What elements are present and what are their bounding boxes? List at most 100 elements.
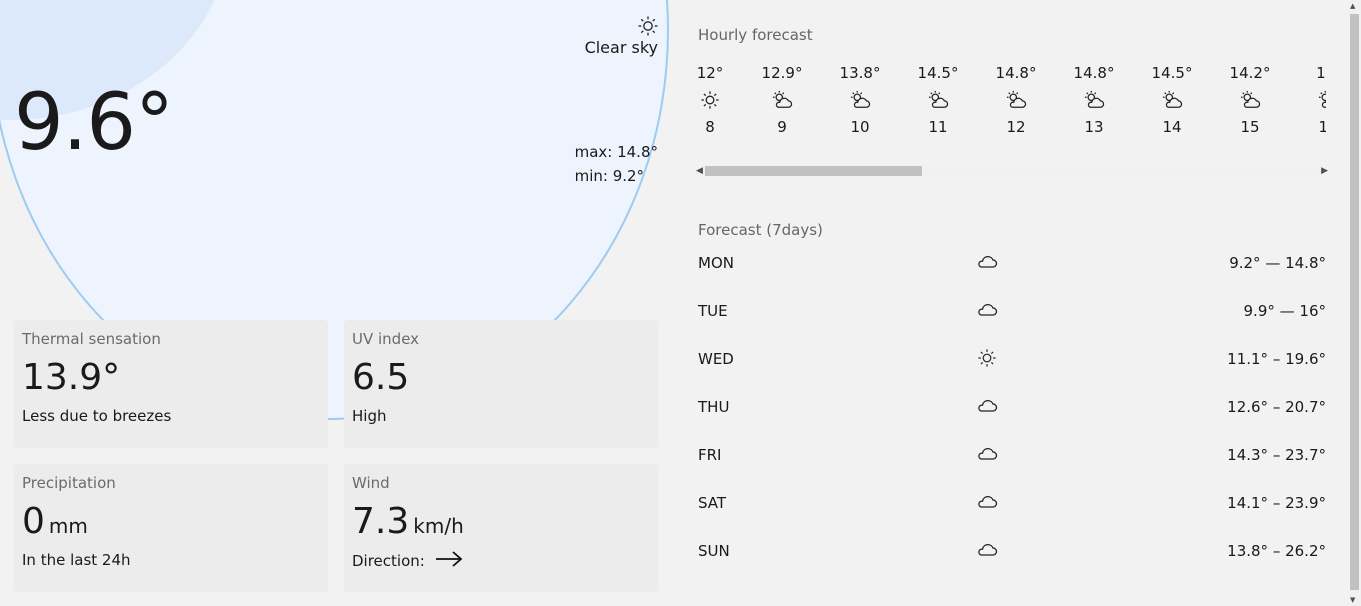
precipitation-note: In the last 24h	[22, 551, 131, 570]
cloud-icon	[976, 396, 998, 418]
daily-range: 14.3° – 23.7°	[1227, 446, 1326, 464]
current-temperature: 9.6°	[14, 78, 174, 168]
partly-cloudy-icon	[1220, 86, 1280, 114]
uv-index-level: High	[352, 407, 387, 426]
hourly-temp: 14.8°	[1073, 64, 1115, 82]
precipitation-value-row: 0 mm	[22, 500, 320, 543]
daily-day: MON	[698, 254, 734, 272]
arrow-right-icon	[435, 551, 463, 571]
daily-day: SAT	[698, 494, 727, 512]
hourly-item: 14.5° 14	[1142, 64, 1202, 136]
scroll-right-icon[interactable]: ▶	[1321, 166, 1328, 176]
cloud-icon	[976, 252, 998, 274]
hourly-temp: 14.2°	[1229, 64, 1271, 82]
hourly-temp: 12.9°	[761, 64, 803, 82]
partly-cloudy-icon	[830, 86, 890, 114]
card-title: Wind	[352, 474, 390, 492]
sun-icon	[698, 86, 740, 114]
hourly-temp: 14.8°	[995, 64, 1037, 82]
hourly-temp: 12°	[698, 64, 724, 82]
partly-cloudy-icon	[1142, 86, 1202, 114]
hourly-hour: 14	[1162, 118, 1182, 136]
hourly-hour: 9	[777, 118, 787, 136]
wind-speed-unit: km/h	[413, 514, 464, 538]
precipitation-value: 0	[22, 501, 45, 542]
hourly-item: 14.8° 12	[986, 64, 1046, 136]
scroll-left-icon[interactable]: ◀	[696, 166, 703, 176]
scroll-down-icon[interactable]: ▼	[1350, 596, 1355, 604]
hourly-forecast-strip[interactable]: 12° 8 12.9° 9 13.8° 10 14.5° 11 14.8° 12…	[698, 64, 1326, 150]
min-temperature: min: 9.2°	[574, 167, 645, 185]
sun-icon	[976, 348, 998, 372]
daily-forecast-row: THU 12.6° – 20.7°	[698, 394, 1326, 424]
thermal-sensation-note: Less due to breezes	[22, 407, 172, 426]
hourly-hour: 16	[1318, 118, 1326, 136]
wind-direction-row: Direction:	[352, 551, 650, 571]
daily-day: FRI	[698, 446, 722, 464]
partly-cloudy-icon	[908, 86, 968, 114]
daily-day: TUE	[698, 302, 728, 320]
wind-direction-label: Direction:	[352, 552, 425, 571]
hourly-hour: 13	[1084, 118, 1104, 136]
hourly-item: 14.2° 15	[1220, 64, 1280, 136]
max-min-temperatures: max: 14.8° min: 9.2°	[575, 140, 658, 188]
uv-index-card: UV index 6.5 High	[344, 320, 658, 448]
hourly-item: 13. 16	[1298, 64, 1326, 136]
hourly-temp: 14.5°	[917, 64, 959, 82]
partly-cloudy-icon	[1298, 86, 1326, 114]
hourly-hour: 10	[850, 118, 870, 136]
precipitation-unit: mm	[48, 514, 88, 538]
cloud-icon	[976, 300, 998, 322]
wind-speed-value: 7.3	[352, 501, 410, 542]
scroll-up-icon[interactable]: ▲	[1350, 2, 1355, 10]
daily-forecast-row: MON 9.2° — 14.8°	[698, 250, 1326, 280]
card-title: Precipitation	[22, 474, 116, 492]
hourly-scrollbar[interactable]: ◀ ▶	[694, 164, 1330, 178]
partly-cloudy-icon	[1064, 86, 1124, 114]
daily-forecast-title: Forecast (7days)	[698, 221, 823, 239]
hourly-item: 14.5° 11	[908, 64, 968, 136]
daily-forecast-row: SUN 13.8° – 26.2°	[698, 538, 1326, 568]
hourly-scrollbar-thumb[interactable]	[705, 166, 922, 176]
max-temperature: max: 14.8°	[574, 143, 658, 161]
daily-day: THU	[698, 398, 730, 416]
partly-cloudy-icon	[986, 86, 1046, 114]
hourly-item: 13.8° 10	[830, 64, 890, 136]
hourly-hour: 12	[1006, 118, 1026, 136]
wind-value-row: 7.3 km/h	[352, 500, 650, 543]
hourly-temp: 14.5°	[1151, 64, 1193, 82]
page-scrollbar[interactable]: ▲ ▼	[1348, 0, 1361, 606]
uv-index-value: 6.5	[352, 357, 410, 398]
hourly-temp: 13.8°	[839, 64, 881, 82]
daily-day: SUN	[698, 542, 730, 560]
hourly-temp: 13.	[1316, 64, 1326, 82]
condition-label: Clear sky	[584, 38, 658, 57]
daily-day: WED	[698, 350, 734, 368]
daily-range: 13.8° – 26.2°	[1227, 542, 1326, 560]
hourly-item: 12.9° 9	[752, 64, 812, 136]
forecast-panel: Hourly forecast 12° 8 12.9° 9 13.8° 10 1…	[672, 0, 1348, 606]
cloud-icon	[976, 492, 998, 514]
hourly-hour: 15	[1240, 118, 1260, 136]
thermal-sensation-value: 13.9°	[22, 357, 121, 398]
cloud-icon	[976, 540, 998, 562]
wind-card: Wind 7.3 km/h Direction:	[344, 464, 658, 592]
hourly-item: 14.8° 13	[1064, 64, 1124, 136]
current-weather-panel: 9.6° Clear sky max: 14.8° min: 9.2° Ther…	[0, 0, 672, 606]
daily-range: 12.6° – 20.7°	[1227, 398, 1326, 416]
cloud-icon	[976, 444, 998, 466]
daily-range: 14.1° – 23.9°	[1227, 494, 1326, 512]
precipitation-card: Precipitation 0 mm In the last 24h	[14, 464, 328, 592]
hourly-hour: 11	[928, 118, 948, 136]
card-title: UV index	[352, 330, 420, 348]
daily-range: 9.9° — 16°	[1243, 302, 1326, 320]
page-scrollbar-thumb[interactable]	[1350, 14, 1359, 590]
hourly-item: 12° 8	[698, 64, 740, 136]
daily-forecast-row: SAT 14.1° – 23.9°	[698, 490, 1326, 520]
card-title: Thermal sensation	[22, 330, 161, 348]
thermal-sensation-card: Thermal sensation 13.9° Less due to bree…	[14, 320, 328, 448]
hourly-hour: 8	[705, 118, 715, 136]
daily-range: 9.2° — 14.8°	[1229, 254, 1326, 272]
daily-forecast-row: TUE 9.9° — 16°	[698, 298, 1326, 328]
hourly-forecast-title: Hourly forecast	[698, 26, 813, 44]
